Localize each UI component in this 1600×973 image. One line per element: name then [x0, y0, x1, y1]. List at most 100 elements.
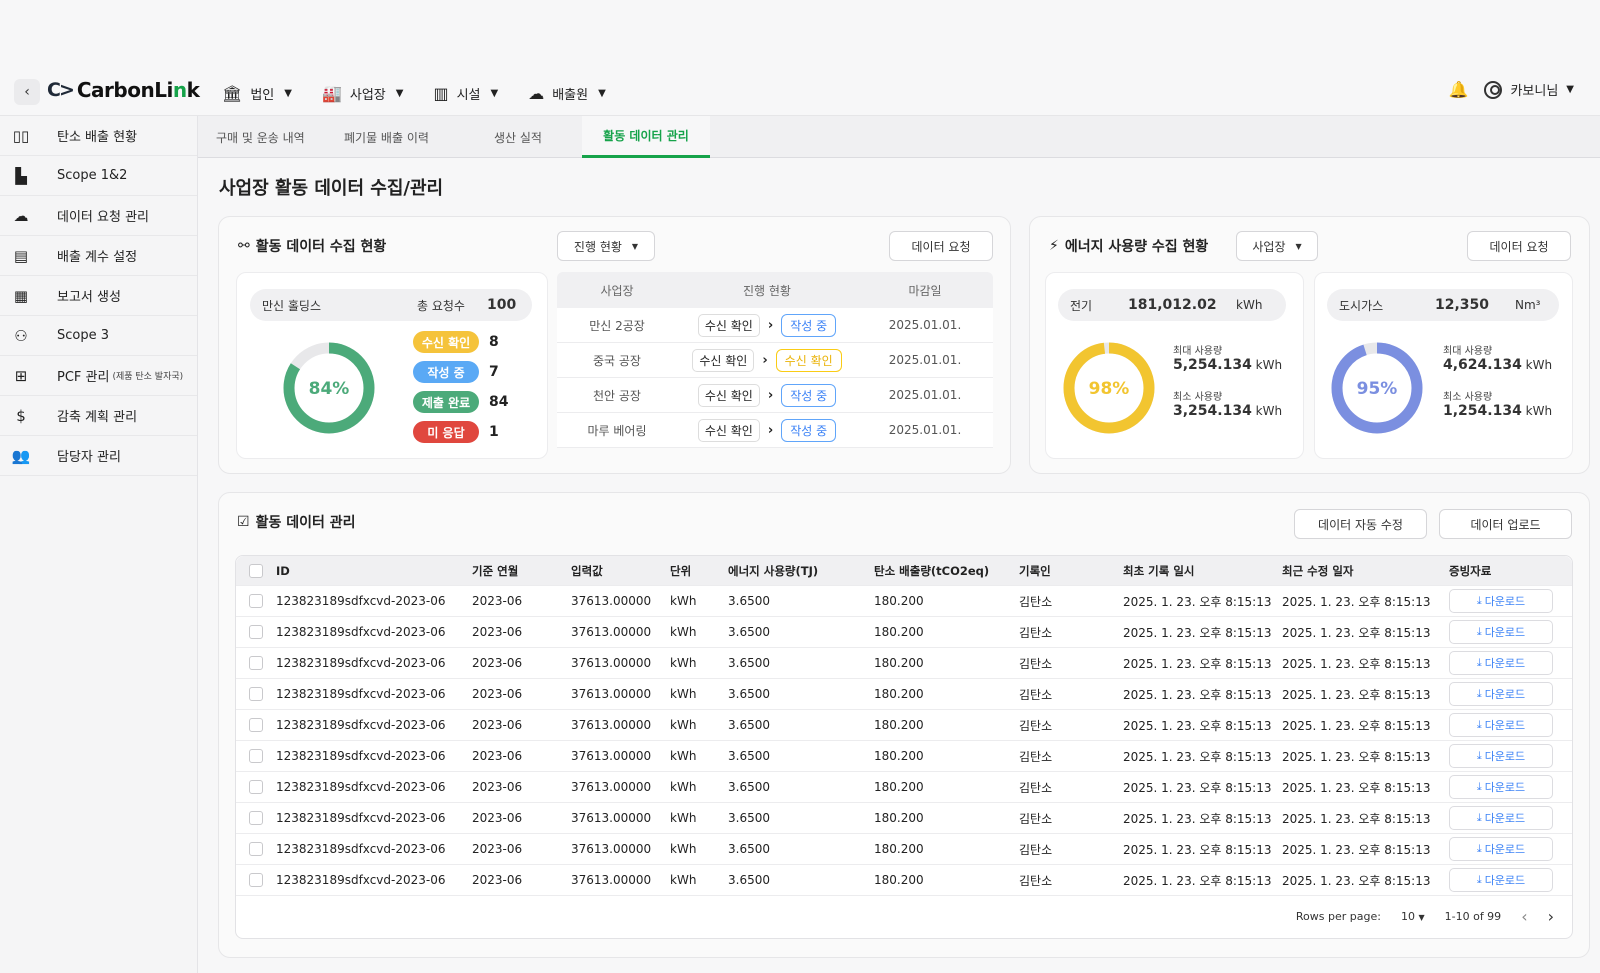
- table-row[interactable]: 123823189sdfxcvd-2023-06 2023-06 37613.000…: [236, 710, 1572, 741]
- table-row[interactable]: 123823189sdfxcvd-2023-06 2023-06 37613.000…: [236, 679, 1572, 710]
- download-button[interactable]: ⤓ 다운로드: [1449, 713, 1553, 737]
- table-row[interactable]: 마루 베어링 수신 확인 › 작성 중 2025.01.01.: [557, 413, 993, 448]
- select-all-checkbox[interactable]: [249, 563, 263, 578]
- table-row[interactable]: 123823189sdfxcvd-2023-06 2023-06 37613.000…: [236, 834, 1572, 865]
- sidebar-item-report[interactable]: ▦ 보고서 생성: [0, 276, 197, 316]
- nav-facility-dropdown[interactable]: ▥ 시설 ▼: [433, 80, 498, 106]
- progress-cell: 수신 확인 › 작성 중: [677, 313, 857, 337]
- table-cell: 2025. 1. 23. 오후 8:15:13: [1123, 873, 1272, 888]
- table-cell: 123823189sdfxcvd-2023-06: [276, 811, 446, 825]
- row-checkbox[interactable]: [249, 718, 263, 732]
- prev-page-button[interactable]: ‹: [1521, 907, 1527, 926]
- energy-name: 전기: [1070, 298, 1093, 313]
- row-checkbox[interactable]: [249, 656, 263, 670]
- min-value-line: 3,254.134 kWh: [1173, 403, 1282, 419]
- nav-emission-source-dropdown[interactable]: ☁ 배출원 ▼: [528, 80, 606, 106]
- nav-corporation-dropdown[interactable]: 🏛 법인 ▼: [222, 80, 292, 106]
- download-button[interactable]: ⤓ 다운로드: [1449, 868, 1553, 892]
- table-row[interactable]: 123823189sdfxcvd-2023-06 2023-06 37613.000…: [236, 865, 1572, 896]
- min-value: 3,254.134: [1173, 403, 1252, 419]
- download-label: 다운로드: [1484, 626, 1526, 639]
- nav-label: 법인: [250, 87, 275, 103]
- row-checkbox[interactable]: [249, 842, 263, 856]
- download-button[interactable]: ⤓ 다운로드: [1449, 651, 1553, 675]
- value-unit: kWh: [1255, 358, 1283, 372]
- table-row[interactable]: 만신 2공장 수신 확인 › 작성 중 2025.01.01.: [557, 308, 993, 343]
- row-checkbox[interactable]: [249, 811, 263, 825]
- table-row[interactable]: 123823189sdfxcvd-2023-06 2023-06 37613.000…: [236, 803, 1572, 834]
- table-cell: 김탄소: [1019, 687, 1053, 702]
- column-header: 탄소 배출량(tCO2eq): [874, 563, 990, 578]
- table-cell: kWh: [670, 873, 697, 887]
- sidebar-item-carbon-status[interactable]: ▯▯ 탄소 배출 현황: [0, 116, 197, 156]
- download-button[interactable]: ⤓ 다운로드: [1449, 682, 1553, 706]
- download-button[interactable]: ⤓ 다운로드: [1449, 806, 1553, 830]
- tab-production[interactable]: 생산 실적: [454, 116, 582, 158]
- nav-label: 사업장: [349, 87, 386, 103]
- user-menu[interactable]: 카보니님 ▼: [1484, 80, 1574, 99]
- progress-filter-dropdown[interactable]: 진행 현황 ▼: [557, 231, 655, 261]
- evidence-cell: ⤓ 다운로드: [1441, 744, 1561, 768]
- tab-waste[interactable]: 폐기물 배출 이력: [326, 116, 454, 158]
- rows-per-page-select[interactable]: 10 ▼: [1401, 910, 1425, 923]
- page-title: 사업장 활동 데이터 수집/관리: [219, 178, 444, 199]
- auto-edit-button[interactable]: 데이터 자동 수정: [1294, 509, 1427, 539]
- table-cell: 2025. 1. 23. 오후 8:15:13: [1282, 718, 1431, 733]
- sidebar-item-scope3[interactable]: ⚇ Scope 3: [0, 316, 197, 356]
- header-checkbox-cell: [236, 563, 276, 578]
- site-filter-dropdown[interactable]: 사업장 ▼: [1236, 231, 1318, 261]
- energy-request-button[interactable]: 데이터 요청: [1467, 231, 1571, 261]
- table-row[interactable]: 123823189sdfxcvd-2023-06 2023-06 37613.000…: [236, 617, 1572, 648]
- nav-site-dropdown[interactable]: 🏭 사업장 ▼: [322, 80, 404, 106]
- tab-activity-data[interactable]: 활동 데이터 관리: [582, 116, 710, 158]
- download-button[interactable]: ⤓ 다운로드: [1449, 775, 1553, 799]
- row-checkbox-cell: [236, 842, 276, 856]
- min-label: 최소 사용량: [1173, 392, 1223, 403]
- upload-button[interactable]: 데이터 업로드: [1439, 509, 1572, 539]
- top-nav: 🏛 법인 ▼ 🏭 사업장 ▼ ▥ 시설 ▼ ☁ 배출원 ▼: [222, 80, 606, 106]
- download-button[interactable]: ⤓ 다운로드: [1449, 589, 1553, 613]
- row-checkbox[interactable]: [249, 873, 263, 887]
- download-label: 다운로드: [1484, 688, 1526, 701]
- download-button[interactable]: ⤓ 다운로드: [1449, 744, 1553, 768]
- row-checkbox[interactable]: [249, 625, 263, 639]
- next-page-button[interactable]: ›: [1548, 907, 1554, 926]
- caret-down-icon: ▼: [1418, 912, 1425, 922]
- table-row[interactable]: 123823189sdfxcvd-2023-06 2023-06 37613.000…: [236, 586, 1572, 617]
- row-checkbox[interactable]: [249, 749, 263, 763]
- column-header: 최근 수정 일자: [1282, 563, 1354, 578]
- due-date: 2025.01.01.: [888, 353, 962, 367]
- table-row[interactable]: 중국 공장 수신 확인 › 수신 확인 2025.01.01.: [557, 343, 993, 378]
- row-checkbox[interactable]: [249, 780, 263, 794]
- sidebar-item-managers[interactable]: 👥 담당자 관리: [0, 436, 197, 476]
- table-row[interactable]: 123823189sdfxcvd-2023-06 2023-06 37613.000…: [236, 741, 1572, 772]
- table-row[interactable]: 천안 공장 수신 확인 › 작성 중 2025.01.01.: [557, 378, 993, 413]
- row-checkbox-cell: [236, 780, 276, 794]
- logo[interactable]: C> CarbonLink: [47, 78, 200, 102]
- chevron-right-icon: ›: [767, 317, 774, 333]
- download-icon: ⤓: [1476, 625, 1482, 638]
- bell-icon[interactable]: 🔔: [1449, 80, 1469, 99]
- status-submitted: 제출 완료 84: [413, 391, 508, 413]
- evidence-cell: ⤓ 다운로드: [1441, 651, 1561, 675]
- download-button[interactable]: ⤓ 다운로드: [1449, 837, 1553, 861]
- sidebar-item-emission-factor[interactable]: ▤ 배출 계수 설정: [0, 236, 197, 276]
- collapse-sidebar-button[interactable]: ‹: [14, 79, 40, 105]
- table-row[interactable]: 123823189sdfxcvd-2023-06 2023-06 37613.000…: [236, 772, 1572, 803]
- sidebar-item-scope12[interactable]: ▙ Scope 1&2: [0, 156, 197, 196]
- sidebar-item-pcf[interactable]: ⊞ PCF 관리 (제품 탄소 발자국): [0, 356, 197, 396]
- row-checkbox[interactable]: [249, 594, 263, 608]
- sidebar-item-reduction-plan[interactable]: $ 감축 계획 관리: [0, 396, 197, 436]
- download-button[interactable]: ⤓ 다운로드: [1449, 620, 1553, 644]
- column-header: 입력값: [571, 563, 603, 578]
- tab-purchase-transport[interactable]: 구매 및 운송 내역: [198, 116, 326, 158]
- evidence-cell: ⤓ 다운로드: [1441, 806, 1561, 830]
- facility-icon: ▥: [433, 83, 449, 103]
- progress-cell: 수신 확인 › 수신 확인: [677, 348, 857, 372]
- table-row[interactable]: 123823189sdfxcvd-2023-06 2023-06 37613.000…: [236, 648, 1572, 679]
- row-checkbox[interactable]: [249, 687, 263, 701]
- sidebar-item-data-request[interactable]: ☁ 데이터 요청 관리: [0, 196, 197, 236]
- collection-request-button[interactable]: 데이터 요청: [889, 231, 993, 261]
- status-writing: 작성 중 7: [413, 361, 499, 383]
- table-cell: 3.6500: [728, 873, 770, 887]
